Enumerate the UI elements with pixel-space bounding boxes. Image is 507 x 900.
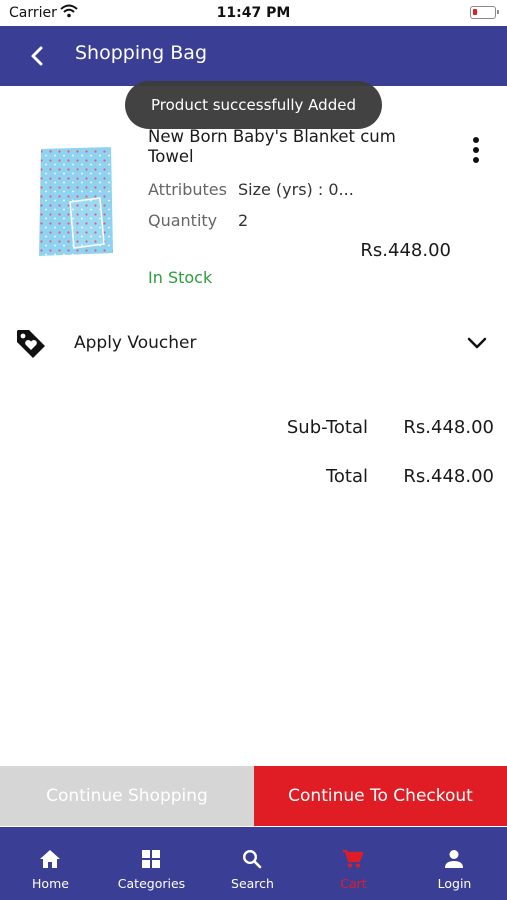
toast-message: Product successfully Added [151, 96, 356, 114]
product-name[interactable]: New Born Baby's Blanket cum Towel [148, 127, 398, 167]
attributes-value: Size (yrs) : 0... [238, 180, 354, 199]
battery-icon [470, 6, 499, 19]
grid-icon [142, 850, 160, 868]
tab-cart[interactable]: Cart [303, 827, 404, 900]
total-label: Total [325, 466, 368, 487]
tab-login[interactable]: Login [404, 827, 505, 900]
subtotal-label: Sub-Total [286, 417, 368, 438]
attributes-label: Attributes [148, 180, 227, 199]
total-value: Rs.448.00 [403, 466, 494, 487]
cart-icon [343, 849, 364, 868]
tab-home[interactable]: Home [0, 827, 101, 900]
back-button[interactable] [26, 44, 50, 68]
tab-categories[interactable]: Categories [101, 827, 202, 900]
tab-label: Login [437, 876, 472, 891]
person-icon [445, 850, 463, 868]
page-title: Shopping Bag [75, 42, 208, 64]
product-image[interactable] [30, 140, 118, 262]
chevron-left-icon [31, 46, 43, 66]
product-menu-button[interactable] [466, 136, 486, 164]
tag-heart-icon [14, 327, 48, 361]
stock-status: In Stock [148, 268, 213, 287]
chevron-down-icon[interactable] [465, 333, 489, 353]
quantity-value: 2 [238, 211, 249, 230]
continue-shopping-button[interactable]: Continue Shopping [0, 766, 254, 826]
home-icon [40, 850, 60, 868]
tab-search[interactable]: Search [202, 827, 303, 900]
apply-voucher-label: Apply Voucher [74, 333, 197, 353]
more-vertical-icon [473, 137, 479, 163]
status-bar: Carrier 11:47 PM [0, 0, 507, 26]
clock: 11:47 PM [216, 5, 291, 21]
search-icon [242, 849, 262, 869]
bottom-tab-bar: Home Categories Search Cart Login [0, 827, 507, 900]
product-price: Rs.448.00 [360, 240, 451, 261]
subtotal-value: Rs.448.00 [403, 417, 494, 438]
app-header: Shopping Bag [0, 26, 507, 86]
quantity-label: Quantity [148, 211, 218, 230]
tab-label: Categories [117, 876, 186, 891]
continue-to-checkout-button[interactable]: Continue To Checkout [254, 766, 507, 826]
tab-label: Cart [340, 876, 367, 891]
tab-label: Home [32, 876, 69, 891]
toast-notification: Product successfully Added [125, 81, 382, 129]
tab-label: Search [231, 876, 274, 891]
